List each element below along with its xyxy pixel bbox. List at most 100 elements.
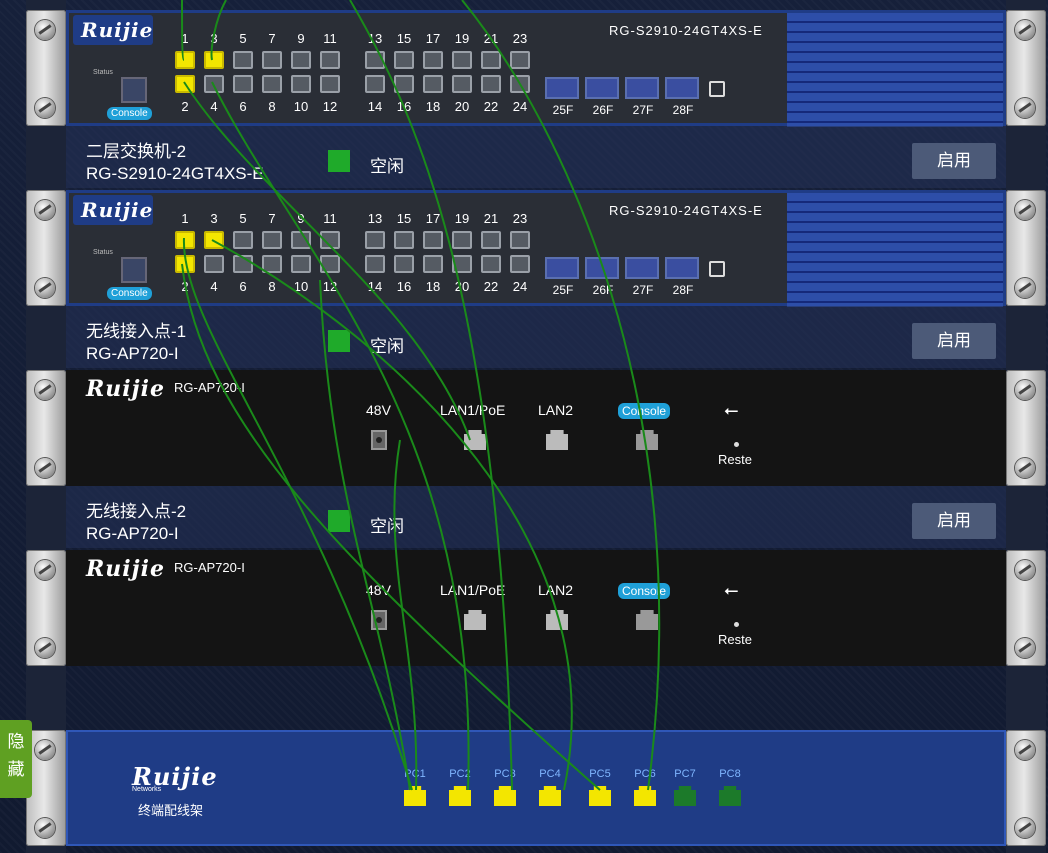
- ethernet-port-6[interactable]: [233, 255, 253, 273]
- ethernet-port-15[interactable]: [394, 231, 414, 249]
- ethernet-port-7[interactable]: [262, 51, 282, 69]
- ethernet-port-12[interactable]: [320, 255, 340, 273]
- lan2-port-icon[interactable]: [546, 430, 568, 450]
- ethernet-port-8[interactable]: [262, 75, 282, 93]
- ethernet-port-10[interactable]: [291, 255, 311, 273]
- port-number-label: 13: [367, 31, 383, 46]
- ethernet-port-16[interactable]: [394, 75, 414, 93]
- sfp-port-28F[interactable]: [665, 77, 699, 99]
- port-number-label: 9: [297, 211, 305, 226]
- ethernet-port-7[interactable]: [262, 231, 282, 249]
- sfp-port-28F[interactable]: [665, 257, 699, 279]
- access-point-2[interactable]: Ruijie RG-AP720-I 48V LAN1/PoE LAN2 Cons…: [66, 550, 1006, 666]
- ethernet-port-10[interactable]: [291, 75, 311, 93]
- lan1-port-icon[interactable]: [464, 430, 486, 450]
- ethernet-port-9[interactable]: [291, 51, 311, 69]
- sfp-port-25F[interactable]: [545, 77, 579, 99]
- ethernet-port-14[interactable]: [365, 255, 385, 273]
- ethernet-port-23[interactable]: [510, 231, 530, 249]
- ethernet-port-6[interactable]: [233, 75, 253, 93]
- ethernet-port-11[interactable]: [320, 231, 340, 249]
- ethernet-port-13[interactable]: [365, 51, 385, 69]
- patch-port-pc4[interactable]: [539, 786, 561, 806]
- reset-button-icon[interactable]: [734, 622, 739, 627]
- power-jack-icon[interactable]: [371, 610, 387, 630]
- ethernet-port-3[interactable]: [204, 51, 224, 69]
- ethernet-port-11[interactable]: [320, 51, 340, 69]
- ethernet-port-23[interactable]: [510, 51, 530, 69]
- lan2-port-icon[interactable]: [546, 610, 568, 630]
- patch-panel[interactable]: Ruijie Networks 终端配线架 PC1 PC2 PC3 PC4 PC5 PC6…: [66, 730, 1006, 846]
- port-number-label: 23: [512, 31, 528, 46]
- device-model: RG-AP720-I: [86, 524, 179, 543]
- hide-panel-tab[interactable]: 隐 藏: [0, 720, 32, 798]
- ethernet-port-13[interactable]: [365, 231, 385, 249]
- sfp-port-26F[interactable]: [585, 77, 619, 99]
- ethernet-port-18[interactable]: [423, 255, 443, 273]
- screw-icon: [1015, 740, 1035, 760]
- usb-icon: ⭠: [724, 580, 739, 600]
- ethernet-port-21[interactable]: [481, 51, 501, 69]
- ethernet-port-21[interactable]: [481, 231, 501, 249]
- sfp-port-27F[interactable]: [625, 257, 659, 279]
- access-point-1[interactable]: Ruijie RG-AP720-I 48V LAN1/PoE LAN2 Cons…: [66, 370, 1006, 486]
- ethernet-port-2[interactable]: [175, 75, 195, 93]
- ethernet-port-4[interactable]: [204, 75, 224, 93]
- console-port-icon[interactable]: [121, 257, 147, 283]
- patch-port-pc1[interactable]: [404, 786, 426, 806]
- screw-icon: [35, 638, 55, 658]
- ethernet-port-14[interactable]: [365, 75, 385, 93]
- console-port-icon[interactable]: [636, 430, 658, 450]
- device-model: RG-S2910-24GT4XS-E: [86, 164, 264, 183]
- patch-port-pc3[interactable]: [494, 786, 516, 806]
- ethernet-port-5[interactable]: [233, 51, 253, 69]
- enable-button[interactable]: 启用: [912, 323, 996, 359]
- port-number-label: 17: [425, 211, 441, 226]
- ethernet-port-19[interactable]: [452, 231, 472, 249]
- console-port-icon[interactable]: [636, 610, 658, 630]
- ethernet-port-19[interactable]: [452, 51, 472, 69]
- sfp-port-27F[interactable]: [625, 77, 659, 99]
- patch-port-pc5[interactable]: [589, 786, 611, 806]
- console-port-icon[interactable]: [121, 77, 147, 103]
- ethernet-port-4[interactable]: [204, 255, 224, 273]
- switch-2[interactable]: Ruijie RG-S2910-24GT4XS-E Status Console…: [66, 190, 1006, 307]
- reset-button-icon[interactable]: [734, 442, 739, 447]
- ethernet-port-24[interactable]: [510, 255, 530, 273]
- ethernet-port-22[interactable]: [481, 255, 501, 273]
- ethernet-port-24[interactable]: [510, 75, 530, 93]
- port-number-label: 16: [396, 99, 412, 114]
- ethernet-port-22[interactable]: [481, 75, 501, 93]
- ethernet-port-3[interactable]: [204, 231, 224, 249]
- ethernet-port-2[interactable]: [175, 255, 195, 273]
- sfp-port-25F[interactable]: [545, 257, 579, 279]
- ethernet-port-12[interactable]: [320, 75, 340, 93]
- ethernet-port-8[interactable]: [262, 255, 282, 273]
- sfp-port-26F[interactable]: [585, 257, 619, 279]
- enable-button[interactable]: 启用: [912, 503, 996, 539]
- port-number-label: 11: [323, 31, 337, 46]
- power-jack-icon[interactable]: [371, 430, 387, 450]
- ethernet-port-5[interactable]: [233, 231, 253, 249]
- patch-port-pc7[interactable]: [674, 786, 696, 806]
- enable-button[interactable]: 启用: [912, 143, 996, 179]
- switch-1[interactable]: Ruijie RG-S2910-24GT4XS-E Status Console…: [66, 10, 1006, 127]
- patch-port-pc2[interactable]: [449, 786, 471, 806]
- ethernet-port-1[interactable]: [175, 231, 195, 249]
- ethernet-port-17[interactable]: [423, 231, 443, 249]
- patch-port-pc8[interactable]: [719, 786, 741, 806]
- port-number-label: 24: [512, 99, 528, 114]
- ethernet-port-20[interactable]: [452, 255, 472, 273]
- sfp-port-label: 25F: [552, 103, 574, 117]
- ethernet-port-16[interactable]: [394, 255, 414, 273]
- patch-port-pc6[interactable]: [634, 786, 656, 806]
- ethernet-port-17[interactable]: [423, 51, 443, 69]
- ethernet-port-9[interactable]: [291, 231, 311, 249]
- port-number-label: 8: [268, 99, 276, 114]
- ethernet-port-15[interactable]: [394, 51, 414, 69]
- ethernet-port-18[interactable]: [423, 75, 443, 93]
- ethernet-port-1[interactable]: [175, 51, 195, 69]
- ethernet-port-20[interactable]: [452, 75, 472, 93]
- port-number-label: 21: [483, 211, 499, 226]
- lan1-port-icon[interactable]: [464, 610, 486, 630]
